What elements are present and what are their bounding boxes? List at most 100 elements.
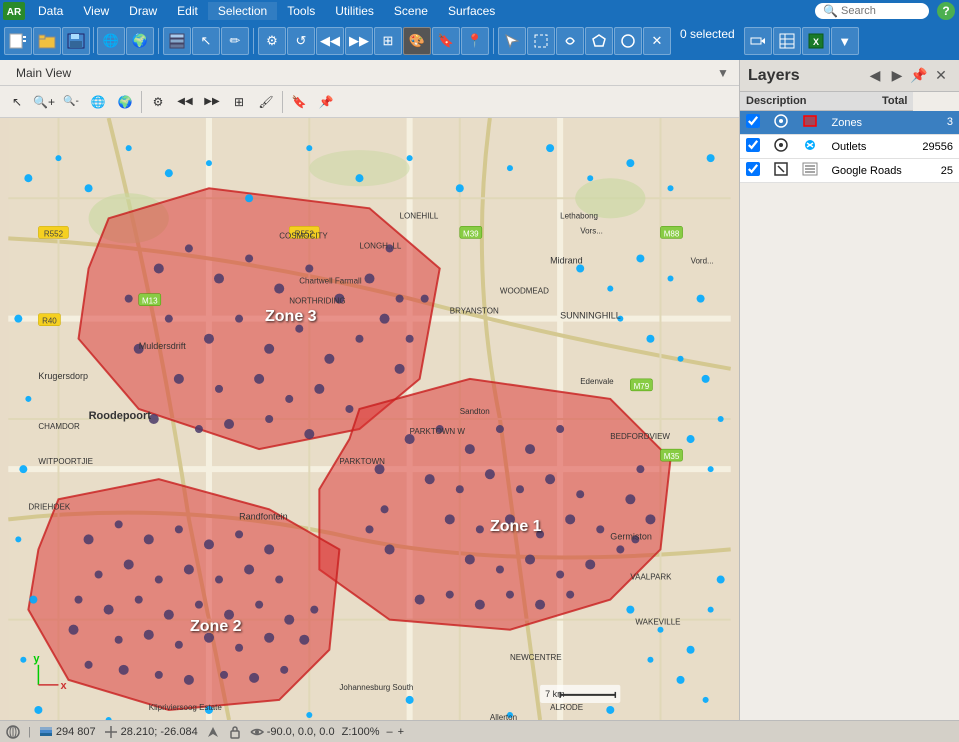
svg-text:Sandton: Sandton	[460, 407, 490, 416]
layers-panel-title: Layers	[748, 67, 865, 85]
menu-surfaces[interactable]: Surfaces	[438, 2, 505, 20]
select-more[interactable]: ▼	[831, 27, 859, 55]
svg-text:M35: M35	[664, 452, 680, 461]
svg-text:SUNNINGHILL: SUNNINGHILL	[560, 311, 621, 321]
settings-btn[interactable]: ⚙	[258, 27, 286, 55]
svg-text:M39: M39	[463, 229, 479, 238]
map-arrow-tool[interactable]: ↖	[4, 89, 30, 115]
svg-text:WOODMEAD: WOODMEAD	[500, 287, 549, 296]
layer-zones-checkbox[interactable]	[746, 114, 760, 128]
menu-utilities[interactable]: Utilities	[325, 2, 384, 20]
menu-edit[interactable]: Edit	[167, 2, 208, 20]
svg-text:Johannesburg South: Johannesburg South	[339, 683, 413, 692]
pin-btn[interactable]: 📍	[461, 27, 489, 55]
svg-text:Krugersdorp: Krugersdorp	[38, 371, 88, 381]
menu-draw[interactable]: Draw	[119, 2, 167, 20]
map-arrows-right[interactable]: ▶▶	[199, 89, 225, 115]
map-toolbar: ↖ 🔍+ 🔍- 🌐 🌍 ⚙ ◀◀ ▶▶ ⊞ 🖌 🔖 📌	[0, 86, 739, 118]
pen-tool[interactable]: ✏	[221, 27, 249, 55]
menu-view[interactable]: View	[73, 2, 119, 20]
map-zoom-in[interactable]: 🔍+	[31, 89, 57, 115]
panel-forward-btn[interactable]: ▶	[887, 66, 907, 86]
svg-text:x: x	[60, 680, 67, 692]
open-button[interactable]	[33, 27, 61, 55]
select-config1[interactable]	[744, 27, 772, 55]
paint-btn[interactable]: 🎨	[403, 27, 431, 55]
layer-outlets-checkbox[interactable]	[746, 138, 760, 152]
menu-tools[interactable]: Tools	[277, 2, 325, 20]
map-paint[interactable]: 🖌	[253, 89, 279, 115]
layers-icon-btn[interactable]	[163, 27, 191, 55]
status-globe-icon	[6, 725, 20, 739]
status-layers-icon	[39, 725, 53, 739]
svg-text:M79: M79	[634, 382, 650, 391]
globe-button[interactable]: 🌐	[97, 27, 125, 55]
menu-scene[interactable]: Scene	[384, 2, 438, 20]
layer-outlets-visibility-icon	[774, 138, 788, 152]
svg-text:y: y	[33, 653, 40, 665]
deselect-btn[interactable]: ✕	[643, 27, 671, 55]
svg-text:Germiston: Germiston	[610, 531, 652, 541]
new-button[interactable]	[4, 27, 32, 55]
layer-row-google-roads: Google Roads 25	[740, 159, 959, 183]
lasso-select[interactable]	[556, 27, 584, 55]
main-view-tab[interactable]: Main View	[8, 62, 79, 84]
svg-text:R552: R552	[44, 229, 64, 238]
globe2-button[interactable]: 🌍	[126, 27, 154, 55]
svg-text:LONGH..LL: LONGH..LL	[359, 241, 401, 250]
menu-bar: AR Data View Draw Edit Selection Tools U…	[0, 0, 959, 22]
layer-outlets-type-icon	[802, 138, 818, 152]
svg-text:Edenvale: Edenvale	[580, 377, 614, 386]
panel-close-btn[interactable]: ✕	[931, 66, 951, 86]
panel-back-btn[interactable]: ◀	[865, 66, 885, 86]
map-pin-flag[interactable]: 📌	[313, 89, 339, 115]
save-button[interactable]	[62, 27, 90, 55]
map-arrows-left[interactable]: ◀◀	[172, 89, 198, 115]
search-icon: 🔍	[823, 4, 838, 18]
search-box[interactable]: 🔍	[815, 3, 929, 19]
status-navigate-icon	[206, 725, 220, 739]
map-settings[interactable]: ⚙	[145, 89, 171, 115]
svg-text:Muldersdrift: Muldersdrift	[139, 341, 187, 351]
svg-text:PARKTOWN W: PARKTOWN W	[410, 427, 466, 436]
tab-dropdown-arrow[interactable]: ▼	[715, 65, 731, 81]
box-select[interactable]	[527, 27, 555, 55]
layer-roads-checkbox[interactable]	[746, 162, 760, 176]
arrows-left-btn[interactable]: ◀◀	[316, 27, 344, 55]
status-zoom-minus[interactable]: –	[387, 726, 393, 738]
layer-roads-count: 25	[913, 159, 959, 183]
layers-panel-header: Layers ◀ ▶ 📌 ✕	[740, 60, 959, 92]
layer-zones-visibility-icon	[774, 114, 788, 128]
panel-pin-btn[interactable]: 📌	[909, 66, 929, 86]
map-globe[interactable]: 🌐	[85, 89, 111, 115]
map-zoom-out[interactable]: 🔍-	[58, 89, 84, 115]
layer-zones-name: Zones	[825, 111, 913, 135]
arrows-right-btn[interactable]: ▶▶	[345, 27, 373, 55]
app-logo: AR	[0, 0, 28, 22]
status-zoom-plus[interactable]: +	[398, 726, 404, 738]
circle-select[interactable]	[614, 27, 642, 55]
grid-btn[interactable]: ⊞	[374, 27, 402, 55]
map-grid[interactable]: ⊞	[226, 89, 252, 115]
svg-text:COSMOCITY: COSMOCITY	[279, 231, 328, 240]
poly-select[interactable]	[585, 27, 613, 55]
map-bookmark[interactable]: 🔖	[286, 89, 312, 115]
cursor-tool[interactable]: ↖	[192, 27, 220, 55]
refresh-btn[interactable]: ↺	[287, 27, 315, 55]
select-table[interactable]	[773, 27, 801, 55]
menu-selection[interactable]: Selection	[208, 2, 277, 20]
svg-text:DRIEHOEK: DRIEHOEK	[28, 502, 71, 511]
help-button[interactable]: ?	[937, 2, 955, 20]
bookmark-btn[interactable]: 🔖	[432, 27, 460, 55]
svg-text:NEWCENTRE: NEWCENTRE	[510, 653, 562, 662]
svg-text:Chartwell Farmall: Chartwell Farmall	[299, 277, 362, 286]
select-excel[interactable]: X	[802, 27, 830, 55]
select-tool[interactable]	[498, 27, 526, 55]
map-container: Main View ▼ ↖ 🔍+ 🔍- 🌐 🌍 ⚙ ◀◀ ▶▶ ⊞ 🖌 🔖 📌	[0, 60, 739, 720]
layers-panel: Layers ◀ ▶ 📌 ✕ Description Total	[739, 60, 959, 720]
map-canvas[interactable]: R552 R552 M39 M88 R40 M13 M35 M79	[0, 118, 739, 720]
search-input[interactable]	[841, 5, 921, 17]
menu-data[interactable]: Data	[28, 2, 73, 20]
map-globe2[interactable]: 🌍	[112, 89, 138, 115]
svg-text:VAALPARK: VAALPARK	[630, 573, 672, 582]
